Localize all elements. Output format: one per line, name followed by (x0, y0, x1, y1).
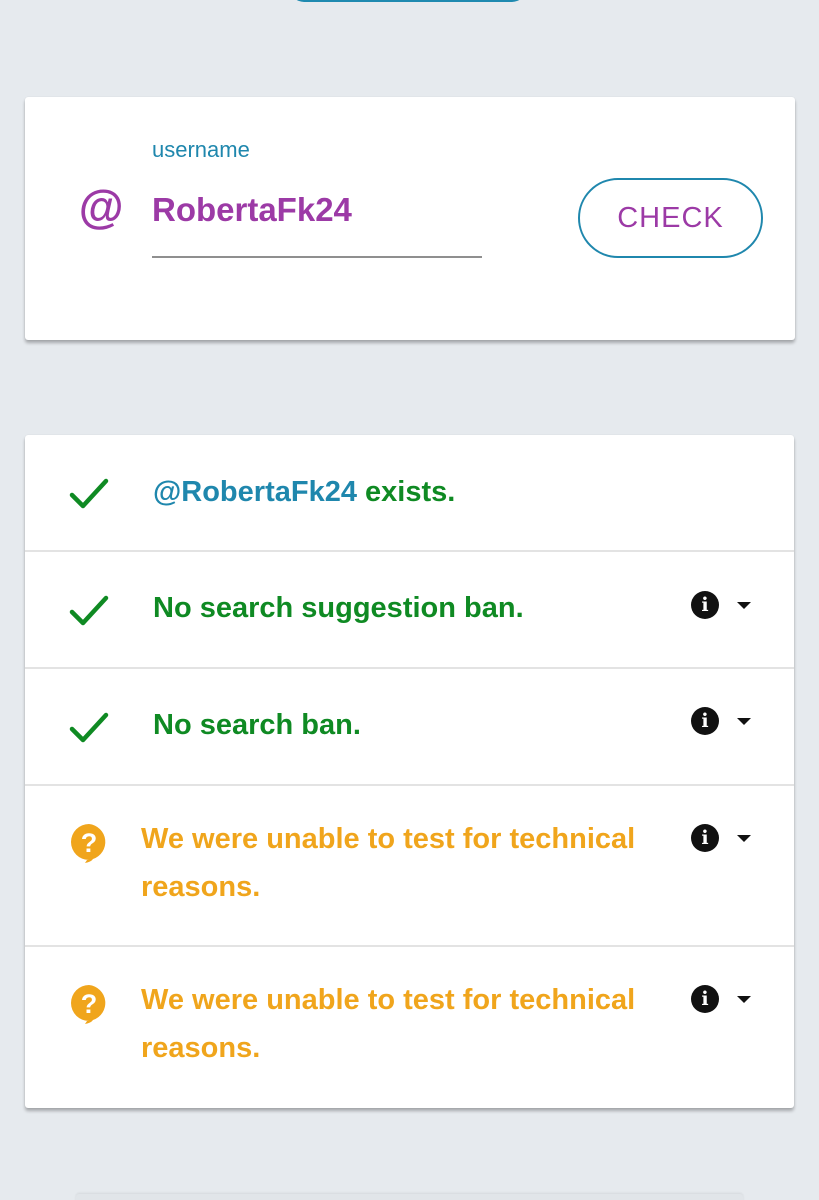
username-input[interactable] (152, 190, 482, 230)
check-icon (69, 478, 109, 509)
exists-text: exists. (356, 476, 456, 508)
info-icon[interactable]: i (691, 824, 719, 852)
chevron-down-icon[interactable] (737, 718, 751, 725)
result-text: @RobertaFk24 exists. (153, 468, 455, 516)
results-card: @RobertaFk24 exists. No search suggestio… (25, 435, 794, 1108)
result-row-exists: @RobertaFk24 exists. (25, 435, 794, 552)
chevron-down-icon[interactable] (737, 996, 751, 1003)
svg-text:?: ? (81, 989, 98, 1019)
result-text: We were unable to test for technical rea… (141, 815, 635, 911)
page: @ username CHECK @RobertaFk24 exists. No… (0, 0, 819, 1200)
question-bubble-icon: ? (71, 985, 106, 1024)
result-text-line1: We were unable to test for technical (141, 984, 636, 1016)
result-row-unknown-1[interactable]: ? We were unable to test for technical r… (25, 786, 794, 947)
username-mention: @RobertaFk24 (153, 476, 357, 508)
question-bubble-icon: ? (71, 824, 106, 863)
check-button[interactable]: CHECK (578, 178, 763, 258)
info-icon[interactable]: i (691, 707, 719, 735)
result-text-line2: reasons. (141, 871, 261, 903)
info-icon[interactable]: i (691, 985, 719, 1013)
username-input-underline (152, 256, 482, 258)
svg-text:?: ? (81, 828, 98, 858)
at-sign-icon: @ (78, 181, 123, 233)
result-row-unknown-2[interactable]: ? We were unable to test for technical r… (25, 947, 794, 1108)
top-button-edge[interactable] (290, 0, 526, 2)
result-row-search-ban[interactable]: No search ban. i (25, 669, 794, 786)
chevron-down-icon[interactable] (737, 835, 751, 842)
username-label: username (152, 137, 250, 162)
info-icon[interactable]: i (691, 591, 719, 619)
result-text: No search suggestion ban. (153, 592, 524, 624)
result-text-line1: We were unable to test for technical (141, 823, 636, 855)
result-row-search-suggestion[interactable]: No search suggestion ban. i (25, 552, 794, 669)
chevron-down-icon[interactable] (737, 602, 751, 609)
check-icon (69, 595, 109, 626)
result-text-line2: reasons. (141, 1032, 261, 1064)
check-icon (69, 712, 109, 743)
result-text: No search ban. (153, 709, 361, 741)
result-text: We were unable to test for technical rea… (141, 976, 635, 1072)
next-card-edge (76, 1194, 743, 1200)
